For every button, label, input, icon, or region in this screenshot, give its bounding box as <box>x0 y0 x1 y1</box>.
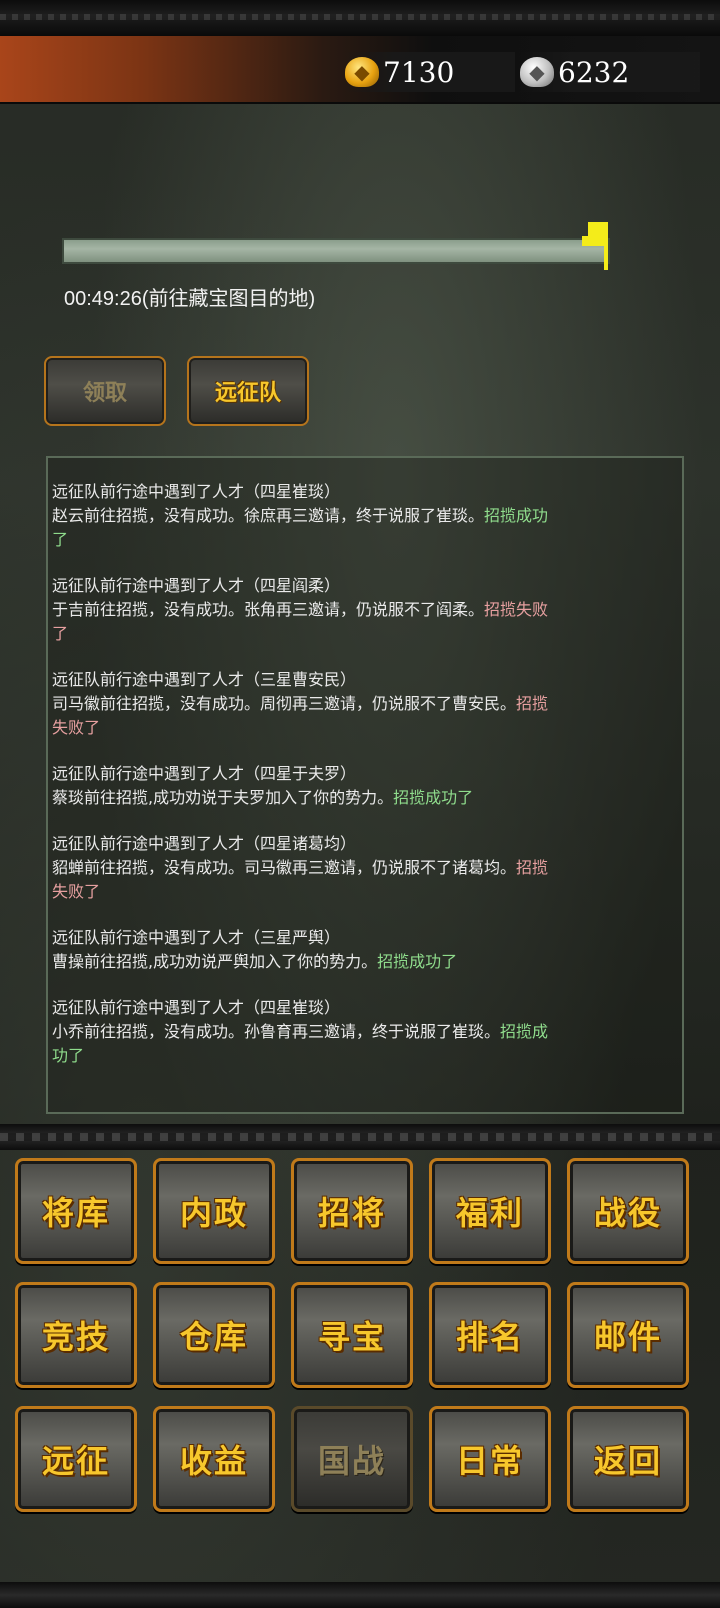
menu-button[interactable]: 招将 <box>291 1158 413 1264</box>
log-entry-detail: 貂蝉前往招揽，没有成功。司马徽再三邀请，仍说服不了诸葛均。招揽失败了 <box>52 856 552 904</box>
menu-button[interactable]: 战役 <box>567 1158 689 1264</box>
log-entry-result: 招揽成功了 <box>377 952 458 971</box>
log-entry: 远征队前行途中遇到了人才（四星阎柔） 于吉前往招揽，没有成功。张角再三邀请，仍说服… <box>52 574 552 646</box>
gold-value: 7130 <box>383 55 455 89</box>
menu-button[interactable]: 竞技 <box>15 1282 137 1388</box>
log-entry-title: 远征队前行途中遇到了人才（三星严舆） <box>52 928 341 947</box>
log-entry-text: 貂蝉前往招揽，没有成功。司马徽再三邀请，仍说服不了诸葛均。 <box>52 858 517 877</box>
gold-ingot-icon: ◆ <box>345 57 379 87</box>
progress-fill <box>64 240 597 262</box>
log-entry-text: 司马徽前往招揽，没有成功。周彻再三邀请，仍说服不了曹安民。 <box>52 694 517 713</box>
menu-button[interactable]: 仓库 <box>153 1282 275 1388</box>
expedition-progress-bar <box>62 238 610 264</box>
log-entry-detail: 赵云前往招揽，没有成功。徐庶再三邀请，终于说服了崔琰。招揽成功了 <box>52 504 552 552</box>
menu-button[interactable]: 返回 <box>567 1406 689 1512</box>
log-entry-detail: 曹操前往招揽,成功劝说严舆加入了你的势力。招揽成功了 <box>52 950 552 974</box>
menu-button[interactable]: 收益 <box>153 1406 275 1512</box>
log-entry: 远征队前行途中遇到了人才（四星崔琰） 小乔前往招揽，没有成功。孙鲁育再三邀请，终于… <box>52 996 552 1068</box>
log-entry: 远征队前行途中遇到了人才（三星严舆） 曹操前往招揽,成功劝说严舆加入了你的势力。招… <box>52 926 552 974</box>
gold-currency: ◆ 7130 <box>345 52 515 92</box>
menu-button[interactable]: 邮件 <box>567 1282 689 1388</box>
expedition-timer: 00:49:26(前往藏宝图目的地) <box>64 288 316 310</box>
menu-button[interactable]: 福利 <box>429 1158 551 1264</box>
log-entry-text: 赵云前往招揽，没有成功。徐庶再三邀请，终于说服了崔琰。 <box>52 506 485 525</box>
menu-button[interactable]: 远征 <box>15 1406 137 1512</box>
log-entry-result: 招揽成功了 <box>393 788 474 807</box>
log-entry-title: 远征队前行途中遇到了人才（四星于夫罗） <box>52 764 357 783</box>
log-entry-title: 远征队前行途中遇到了人才（三星曹安民） <box>52 670 357 689</box>
event-log-panel[interactable]: 远征队前行途中遇到了人才（四星崔琰） 赵云前往招揽，没有成功。徐庶再三邀请，终于说… <box>46 456 684 1114</box>
bottom-border <box>0 1582 720 1608</box>
menu-button[interactable]: 寻宝 <box>291 1282 413 1388</box>
silver-value: 6232 <box>558 55 630 89</box>
log-entry-detail: 司马徽前往招揽，没有成功。周彻再三邀请，仍说服不了曹安民。招揽失败了 <box>52 692 552 740</box>
log-entry: 远征队前行途中遇到了人才（四星诸葛均） 貂蝉前往招揽，没有成功。司马徽再三邀请，仍… <box>52 832 552 904</box>
progress-marker <box>582 222 612 270</box>
log-entry-text: 蔡琰前往招揽,成功劝说于夫罗加入了你的势力。 <box>52 788 394 807</box>
menu-button[interactable]: 排名 <box>429 1282 551 1388</box>
section-divider <box>0 1124 720 1150</box>
top-border <box>0 0 720 38</box>
log-entry-title: 远征队前行途中遇到了人才（四星崔琰） <box>52 998 341 1017</box>
log-entry-title: 远征队前行途中遇到了人才（四星阎柔） <box>52 576 341 595</box>
silver-ingot-icon: ◆ <box>520 57 554 87</box>
log-entry: 远征队前行途中遇到了人才（三星曹安民） 司马徽前往招揽，没有成功。周彻再三邀请，仍… <box>52 668 552 740</box>
menu-button[interactable]: 内政 <box>153 1158 275 1264</box>
log-entry: 远征队前行途中遇到了人才（四星崔琰） 赵云前往招揽，没有成功。徐庶再三邀请，终于说… <box>52 480 552 552</box>
log-entry-text: 于吉前往招揽，没有成功。张角再三邀请，仍说服不了阎柔。 <box>52 600 485 619</box>
menu-button[interactable]: 将库 <box>15 1158 137 1264</box>
event-log-list: 远征队前行途中遇到了人才（四星崔琰） 赵云前往招揽，没有成功。徐庶再三邀请，终于说… <box>52 480 552 1090</box>
menu-button[interactable]: 日常 <box>429 1406 551 1512</box>
log-entry-title: 远征队前行途中遇到了人才（四星崔琰） <box>52 482 341 501</box>
log-entry-title: 远征队前行途中遇到了人才（四星诸葛均） <box>52 834 357 853</box>
claim-button[interactable]: 领取 <box>44 356 166 426</box>
log-entry-detail: 小乔前往招揽，没有成功。孙鲁育再三邀请，终于说服了崔琰。招揽成功了 <box>52 1020 552 1068</box>
menu-button[interactable]: 国战 <box>291 1406 413 1512</box>
silver-currency: ◆ 6232 <box>520 52 700 92</box>
log-entry-detail: 蔡琰前往招揽,成功劝说于夫罗加入了你的势力。招揽成功了 <box>52 786 552 810</box>
log-entry-text: 曹操前往招揽,成功劝说严舆加入了你的势力。 <box>52 952 378 971</box>
log-entry-detail: 于吉前往招揽，没有成功。张角再三邀请，仍说服不了阎柔。招揽失败了 <box>52 598 552 646</box>
expedition-team-button[interactable]: 远征队 <box>187 356 309 426</box>
log-entry-text: 小乔前往招揽，没有成功。孙鲁育再三邀请，终于说服了崔琰。 <box>52 1022 501 1041</box>
log-entry: 远征队前行途中遇到了人才（四星于夫罗） 蔡琰前往招揽,成功劝说于夫罗加入了你的势力… <box>52 762 552 810</box>
